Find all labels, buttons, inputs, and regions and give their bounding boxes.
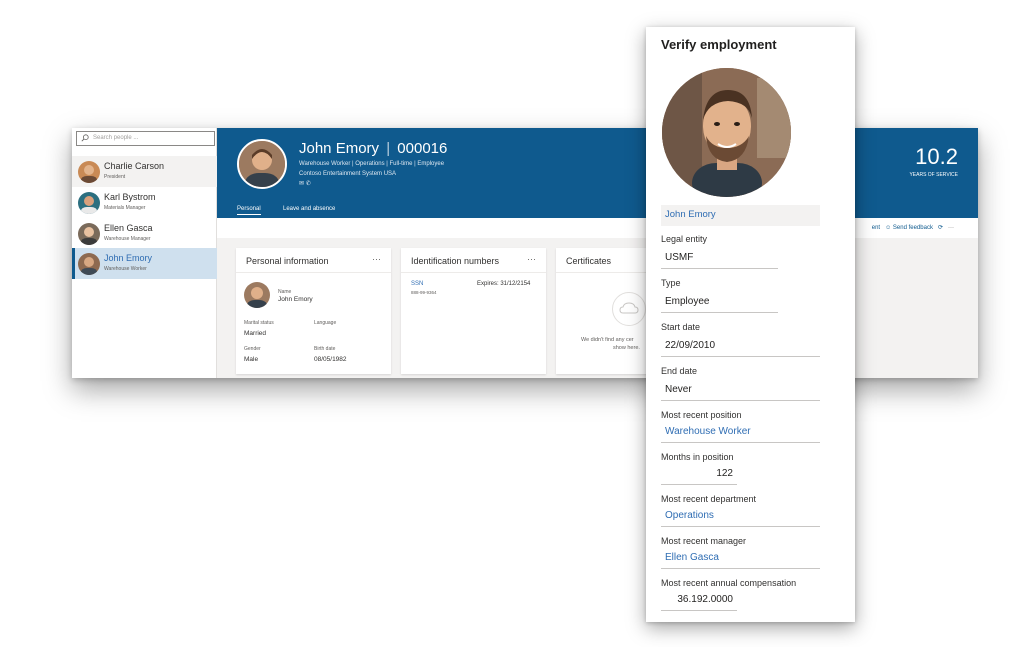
gender-label: Gender xyxy=(244,346,261,352)
more-icon[interactable]: ··· xyxy=(527,254,536,264)
empty-message-line1: We didn't find any cer xyxy=(581,337,634,343)
start-date-label: Start date xyxy=(661,322,701,332)
employee-id: 000016 xyxy=(397,140,448,157)
page-title: John Emory | 000016 xyxy=(299,140,447,157)
tab-personal[interactable]: Personal xyxy=(237,206,261,215)
divider xyxy=(401,272,546,273)
years-value: 10.2 xyxy=(915,144,958,169)
name-value: John Emory xyxy=(278,296,313,303)
ssn-expires: Expires: 31/12/2154 xyxy=(477,281,531,287)
person-role: President xyxy=(104,174,126,180)
marital-status-value: Married xyxy=(244,330,267,337)
title-separator: | xyxy=(386,140,391,157)
end-date-label: End date xyxy=(661,366,698,376)
months-in-position-label: Months in position xyxy=(661,452,734,462)
refresh-icon[interactable]: ⟳ xyxy=(938,225,943,231)
tab-leave-and-absence[interactable]: Leave and absence xyxy=(283,206,335,212)
years-of-service: 10.2 YEARS OF SERVICE xyxy=(909,144,958,178)
employee-photo xyxy=(662,68,791,197)
person-feedback-icon: ☺ xyxy=(885,225,892,231)
person-name: John Emory xyxy=(104,253,153,263)
gender-value: Male xyxy=(244,356,259,363)
most-recent-position-link[interactable]: Warehouse Worker xyxy=(661,422,820,443)
avatar xyxy=(78,223,100,245)
language-label: Language xyxy=(314,320,337,326)
years-label: YEARS OF SERVICE xyxy=(909,172,958,178)
person-name: Charlie Carson xyxy=(104,161,165,171)
employee-header: John Emory | 000016 Warehouse Worker | O… xyxy=(217,128,978,218)
ssn-link[interactable]: SSN xyxy=(411,281,423,287)
toolbar: ent ☺ Send feedback ⟳ ··· xyxy=(217,218,978,238)
verify-employment-panel: Verify employment John Emory Legal entit… xyxy=(646,27,855,622)
search-icon xyxy=(81,134,89,142)
person-item-karl-bystrom[interactable]: Karl Bystrom Materials Manager xyxy=(72,187,217,218)
most-recent-department-link[interactable]: Operations xyxy=(661,506,820,527)
card-title: Personal information xyxy=(246,256,329,266)
search-placeholder: Search people ... xyxy=(93,135,139,141)
send-feedback-button[interactable]: Send feedback xyxy=(893,225,933,231)
contact-icons[interactable]: ✉ ✆ xyxy=(299,180,311,187)
employee-name: John Emory xyxy=(299,140,380,157)
identification-card: Identification numbers ··· SSN 888-99-93… xyxy=(401,248,546,374)
cloud-icon xyxy=(612,292,646,326)
birth-date-value: 08/05/1982 xyxy=(314,356,347,363)
most-recent-manager-label: Most recent manager xyxy=(661,536,747,546)
person-item-charlie-carson[interactable]: Charlie Carson President xyxy=(72,156,217,187)
empty-message-line2: show here. xyxy=(613,345,640,351)
type-field[interactable]: Employee xyxy=(661,292,778,313)
most-recent-position-label: Most recent position xyxy=(661,410,742,420)
more-icon[interactable]: ··· xyxy=(948,225,954,231)
legal-entity-label: Legal entity xyxy=(661,234,708,244)
avatar xyxy=(78,161,100,183)
name-label: Name xyxy=(278,289,292,295)
card-title: Certificates xyxy=(566,256,612,266)
person-item-john-emory[interactable]: John Emory Warehouse Worker xyxy=(72,248,217,279)
card-title: Identification numbers xyxy=(411,256,500,266)
person-role: Materials Manager xyxy=(104,205,146,211)
panel-title: Verify employment xyxy=(661,37,777,52)
annual-compensation-field[interactable]: 36.192.0000 xyxy=(661,590,737,611)
most-recent-department-label: Most recent department xyxy=(661,494,757,504)
person-role: Warehouse Worker xyxy=(104,266,147,272)
employee-org: Contoso Entertainment System USA xyxy=(299,171,397,177)
employee-meta: Warehouse Worker | Operations | Full-tim… xyxy=(299,161,445,167)
birth-date-label: Birth date xyxy=(314,346,336,352)
personal-info-card: Personal information ··· Name John Emory… xyxy=(236,248,391,374)
avatar xyxy=(244,282,270,308)
person-role: Warehouse Manager xyxy=(104,236,151,242)
person-item-ellen-gasca[interactable]: Ellen Gasca Warehouse Manager xyxy=(72,218,217,249)
marital-status-label: Marital status xyxy=(244,320,274,326)
divider xyxy=(236,272,391,273)
annual-compensation-label: Most recent annual compensation xyxy=(661,578,797,588)
toolbar-partial-item[interactable]: ent xyxy=(872,225,880,231)
most-recent-manager-link[interactable]: Ellen Gasca xyxy=(661,548,820,569)
employee-name-field[interactable]: John Emory xyxy=(661,205,820,226)
start-date-field[interactable]: 22/09/2010 xyxy=(661,336,820,357)
type-label: Type xyxy=(661,278,681,288)
avatar xyxy=(237,139,287,189)
person-name: Karl Bystrom xyxy=(104,192,156,202)
end-date-field[interactable]: Never xyxy=(661,380,820,401)
months-in-position-field[interactable]: 122 xyxy=(661,464,737,485)
avatar xyxy=(78,192,100,214)
ssn-value: 888-99-9364 xyxy=(411,290,437,295)
search-input[interactable]: Search people ... xyxy=(76,131,215,146)
avatar xyxy=(78,253,100,275)
legal-entity-field[interactable]: USMF xyxy=(661,248,778,269)
more-icon[interactable]: ··· xyxy=(372,254,381,264)
people-list: Search people ... Charlie Carson Preside… xyxy=(72,128,217,378)
toolbar-actions: ent ☺ Send feedback ⟳ ··· xyxy=(872,224,954,231)
person-name: Ellen Gasca xyxy=(104,223,153,233)
